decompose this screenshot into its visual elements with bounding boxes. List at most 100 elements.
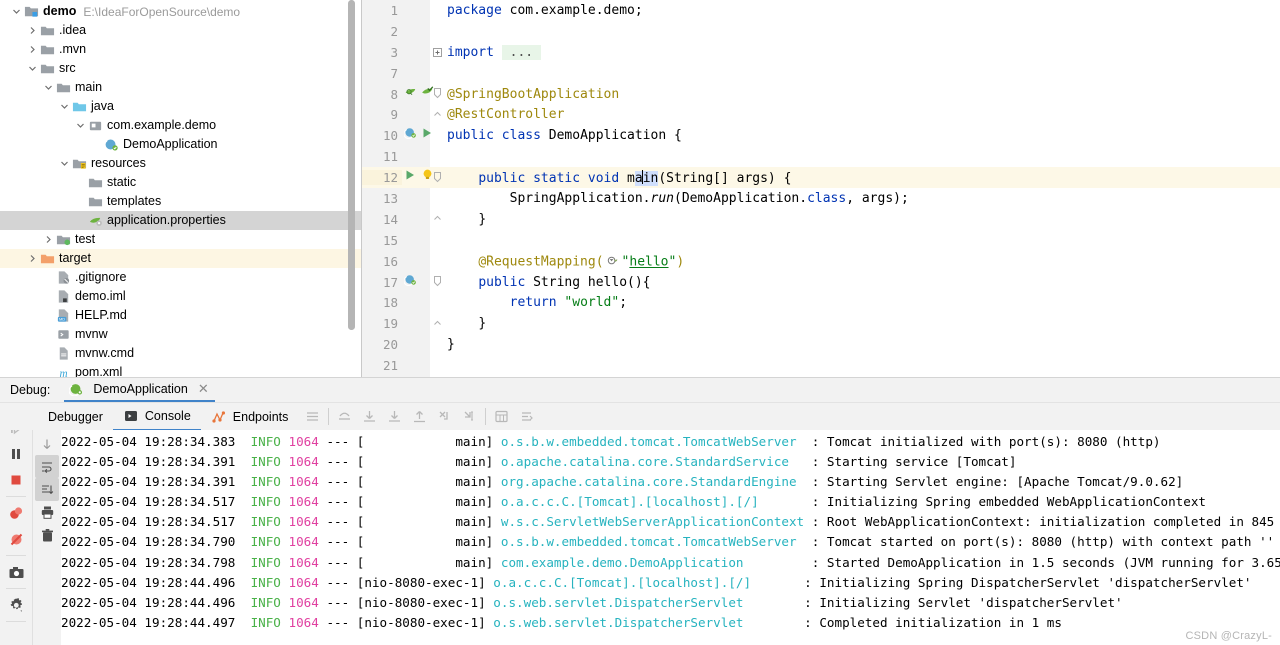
view-breakpoints-icon[interactable] (2, 500, 30, 526)
stop-icon[interactable] (2, 467, 30, 493)
tree-item-demoapplication[interactable]: DemoApplication (0, 135, 361, 154)
chevron-down-icon[interactable] (58, 102, 71, 111)
debug-session-tab[interactable]: DemoApplication ✕ (64, 378, 214, 402)
code-line[interactable]: 20} (362, 334, 1280, 355)
step-over-icon[interactable] (361, 408, 378, 425)
tree-item-target[interactable]: target (0, 249, 361, 268)
gutter-icons[interactable] (402, 125, 430, 146)
console-action-rail[interactable] (33, 406, 61, 645)
camera-icon[interactable] (2, 559, 30, 585)
gutter-icons[interactable] (402, 0, 430, 21)
code-line[interactable]: 14 } (362, 209, 1280, 230)
step-out-curve-icon[interactable] (336, 408, 353, 425)
spring-boot-icon[interactable] (402, 273, 418, 286)
bean-icon[interactable] (402, 85, 418, 98)
code-line[interactable]: 18 return "world"; (362, 292, 1280, 313)
tree-item-main[interactable]: main (0, 78, 361, 97)
gutter-icons[interactable] (402, 251, 430, 272)
code-line[interactable]: 19 } (362, 313, 1280, 334)
tree-item-com-example-demo[interactable]: com.example.demo (0, 116, 361, 135)
gutter-icons[interactable] (402, 104, 430, 125)
fold-region-end-icon[interactable] (430, 212, 444, 226)
chevron-right-icon[interactable] (42, 235, 55, 244)
code-line[interactable]: 21 (362, 355, 1280, 376)
code-line[interactable]: 9@RestController (362, 104, 1280, 125)
gutter-icons[interactable] (402, 355, 430, 376)
hamburger-menu-icon[interactable] (304, 408, 321, 425)
tree-item-mvnw[interactable]: mvnw (0, 325, 361, 344)
gutter-icons[interactable] (402, 313, 430, 334)
chevron-right-icon[interactable] (26, 45, 39, 54)
code-line[interactable]: 8@SpringBootApplication (362, 84, 1280, 105)
tree-item-test[interactable]: test (0, 230, 361, 249)
run-icon[interactable] (402, 168, 418, 181)
tab-console[interactable]: Console (113, 403, 201, 431)
gutter-icons[interactable] (402, 146, 430, 167)
close-icon[interactable]: ✕ (198, 381, 209, 397)
spring-boot-icon[interactable] (402, 126, 418, 139)
run-to-cursor-icon[interactable] (461, 408, 478, 425)
pause-icon[interactable] (2, 441, 30, 467)
code-line[interactable]: 3import ... (362, 42, 1280, 63)
fold-expand-icon[interactable] (430, 48, 444, 57)
tree-item-java[interactable]: java (0, 97, 361, 116)
gutter-icons[interactable] (402, 334, 430, 355)
chevron-down-icon[interactable] (26, 64, 39, 73)
chevron-down-icon[interactable] (42, 83, 55, 92)
project-tree[interactable]: demoE:\IdeaForOpenSource\demo.idea.mvnsr… (0, 0, 361, 378)
tab-endpoints[interactable]: Endpoints (201, 403, 299, 431)
project-scrollbar-thumb[interactable] (348, 0, 355, 330)
code-line[interactable]: 10public class DemoApplication { (362, 125, 1280, 146)
gutter-icons[interactable] (402, 21, 430, 42)
force-step-into-icon[interactable] (436, 408, 453, 425)
gutter-icons[interactable] (402, 84, 430, 105)
tab-debugger[interactable]: Debugger (38, 403, 113, 431)
down-arrow-icon[interactable] (35, 432, 59, 455)
project-scrollbar[interactable] (348, 0, 355, 338)
chevron-down-icon[interactable] (10, 7, 23, 16)
gutter-icons[interactable] (402, 42, 430, 63)
gutter-icons[interactable] (402, 209, 430, 230)
chevron-right-icon[interactable] (26, 26, 39, 35)
code-line[interactable]: 13 SpringApplication.run(DemoApplication… (362, 188, 1280, 209)
chevron-down-icon[interactable] (58, 159, 71, 168)
fold-region-icon[interactable] (430, 108, 444, 122)
tree-item-application-properties[interactable]: application.properties (0, 211, 361, 230)
code-line[interactable]: 16 @RequestMapping("hello") (362, 251, 1280, 272)
mute-breakpoints-icon[interactable] (2, 526, 30, 552)
tree-item--gitignore[interactable]: .gitignore (0, 268, 361, 287)
run-icon[interactable] (419, 126, 435, 139)
tree-item-mvnw-cmd[interactable]: mvnw.cmd (0, 344, 361, 363)
gutter-icons[interactable] (402, 167, 430, 188)
step-out-icon[interactable] (411, 408, 428, 425)
fold-region-end-icon[interactable] (430, 317, 444, 331)
chevron-down-icon[interactable] (74, 121, 87, 130)
evaluate-expression-icon[interactable] (493, 408, 510, 425)
code-line[interactable]: 1package com.example.demo; (362, 0, 1280, 21)
tree-item--mvn[interactable]: .mvn (0, 40, 361, 59)
console-output[interactable]: 2022-05-04 19:28:34.383 INFO 1064 --- [ … (61, 430, 1280, 645)
lightbulb-icon[interactable] (419, 168, 435, 181)
gutter-icons[interactable] (402, 63, 430, 84)
print-icon[interactable] (35, 501, 59, 524)
chevron-right-icon[interactable] (26, 254, 39, 263)
spring-bean-check-icon[interactable] (419, 85, 435, 98)
code-line[interactable]: 15 (362, 230, 1280, 251)
trash-icon[interactable] (35, 524, 59, 547)
step-into-icon[interactable] (386, 408, 403, 425)
code-line[interactable]: 12 public static void main(String[] args… (362, 167, 1280, 188)
tree-item-demo-iml[interactable]: demo.iml (0, 287, 361, 306)
gutter-icons[interactable] (402, 230, 430, 251)
tree-item-pom-xml[interactable]: mpom.xml (0, 363, 361, 378)
tree-item-static[interactable]: static (0, 173, 361, 192)
tree-item-help-md[interactable]: MDHELP.md (0, 306, 361, 325)
code-line[interactable]: 17 public String hello(){ (362, 272, 1280, 293)
scroll-to-end-icon[interactable] (35, 478, 59, 501)
editor-code-area[interactable]: 1package com.example.demo;23import ... 7… (362, 0, 1280, 378)
tree-item-demo[interactable]: demoE:\IdeaForOpenSource\demo (0, 2, 361, 21)
sort-icon[interactable] (518, 408, 535, 425)
soft-wrap-icon[interactable] (35, 455, 59, 478)
code-line[interactable]: 11 (362, 146, 1280, 167)
gutter-icons[interactable] (402, 272, 430, 293)
web-mapping-icon[interactable] (605, 252, 621, 268)
